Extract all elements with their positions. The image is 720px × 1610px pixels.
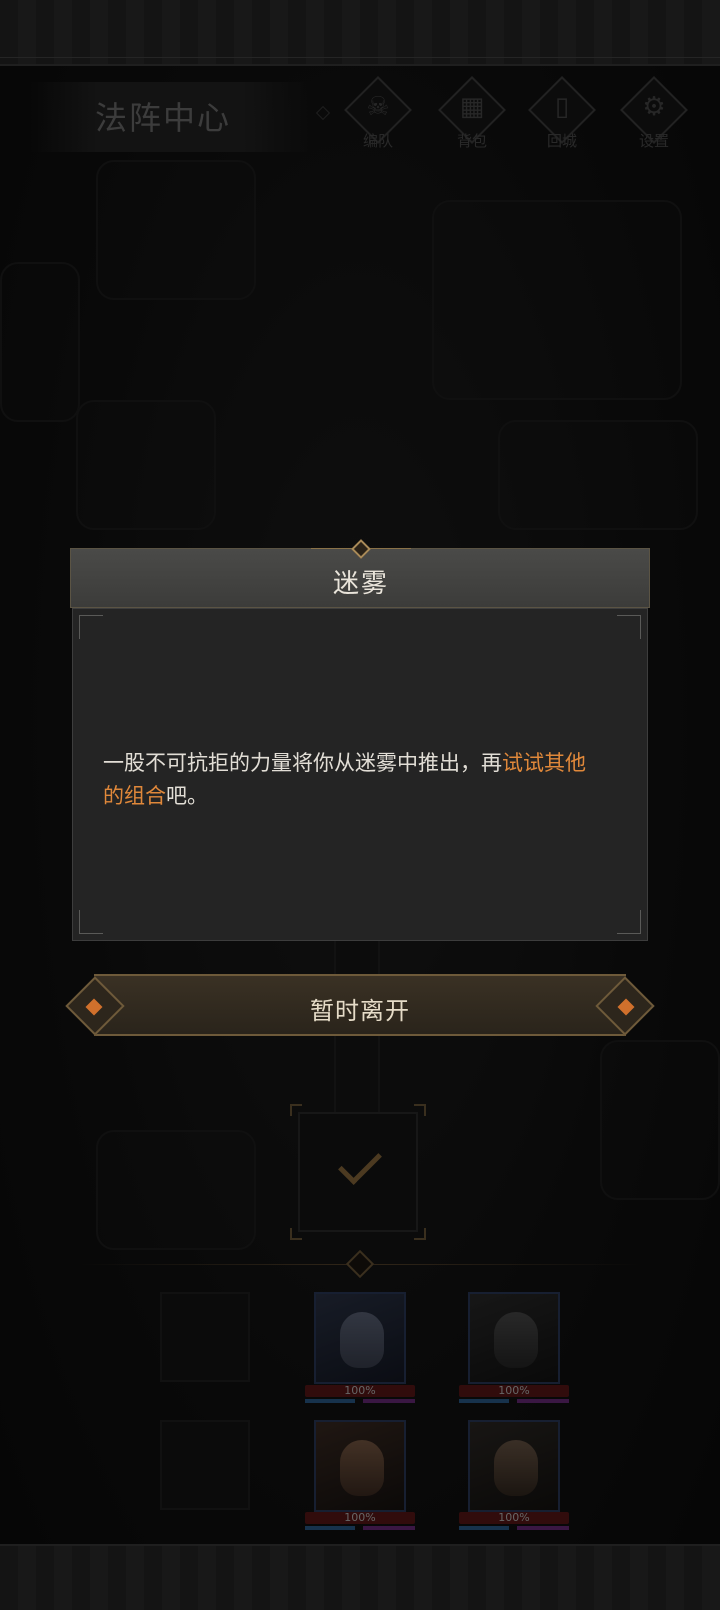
leave-button[interactable]: 暂时离开 bbox=[65, 974, 655, 1036]
leave-button-label: 暂时离开 bbox=[310, 997, 410, 1025]
message-highlight: 试试其他 bbox=[502, 751, 586, 775]
dialog-title: 迷雾 bbox=[332, 569, 389, 599]
dialog-message: 一股不可抗拒的力量将你从迷雾中推出，再试试其他 的组合吧。 bbox=[103, 751, 586, 808]
game-screen: 法阵中心 ☠ 编队 ▦ 背包 ▯ 回城 ⚙ 设置 100% 100% 100% … bbox=[0, 0, 720, 1610]
fog-dialog: 迷雾 一股不可抗拒的力量将你从迷雾中推出，再试试其他 的组合吧。 bbox=[70, 539, 650, 941]
dialog-header: 迷雾 bbox=[70, 539, 650, 608]
dialog-body: 一股不可抗拒的力量将你从迷雾中推出，再试试其他 的组合吧。 bbox=[72, 608, 648, 941]
message-highlight: 的组合 bbox=[103, 784, 166, 808]
